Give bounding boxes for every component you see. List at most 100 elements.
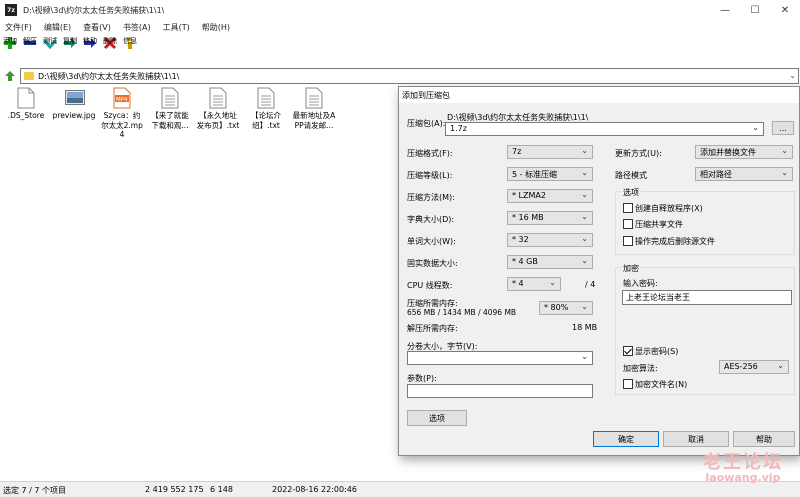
- solid-select[interactable]: * 4 GB ⌄: [507, 255, 593, 269]
- word-select[interactable]: * 32 ⌄: [507, 233, 593, 247]
- chevron-down-icon: ⌄: [581, 352, 588, 361]
- file-item[interactable]: 最新地址及APP请发邮...: [292, 86, 336, 130]
- archive-name-combo[interactable]: 1.7z ⌄: [445, 122, 764, 136]
- up-arrow-icon: [5, 71, 15, 81]
- folder-icon: [24, 72, 34, 80]
- add-button[interactable]: 添加: [0, 35, 20, 65]
- show-password-checkbox[interactable]: [623, 346, 633, 356]
- word-label: 单词大小(W):: [407, 237, 456, 246]
- level-select[interactable]: 5 - 标准压缩 ⌄: [507, 167, 593, 181]
- chevron-down-icon: ⌄: [581, 234, 588, 243]
- toolbar: 添加 解压 测试 复制 移动 删除 信息: [0, 35, 140, 65]
- up-folder-button[interactable]: [3, 69, 17, 83]
- test-button[interactable]: 测试: [40, 35, 60, 65]
- video-file-icon: MP4: [113, 87, 131, 109]
- method-value: * LZMA2: [512, 191, 546, 200]
- update-select[interactable]: 添加并替换文件 ⌄: [695, 145, 793, 159]
- svg-text:MP4: MP4: [116, 97, 128, 103]
- test-label: 测试: [43, 37, 57, 45]
- copy-button[interactable]: 复制: [60, 35, 80, 65]
- browse-button[interactable]: ...: [772, 121, 794, 135]
- archive-name-value: 1.7z: [450, 124, 467, 133]
- document-icon: [17, 87, 35, 109]
- text-file-icon: [305, 87, 323, 109]
- pathmode-value: 相对路径: [700, 170, 732, 179]
- encryption-method-label: 加密算法:: [623, 364, 658, 373]
- method-select[interactable]: * LZMA2 ⌄: [507, 189, 593, 203]
- sfx-checkbox[interactable]: [623, 203, 633, 213]
- params-field[interactable]: [407, 384, 593, 398]
- menu-view[interactable]: 查看(V): [78, 22, 118, 33]
- params-label: 参数(P):: [407, 374, 437, 383]
- delete-button[interactable]: 删除: [100, 35, 120, 65]
- encryption-method-select[interactable]: AES-256 ⌄: [719, 360, 789, 374]
- file-item[interactable]: MP4 Szyca：约尔太太2.mp4: [100, 86, 144, 140]
- file-item[interactable]: 【论坛介绍】.txt: [244, 86, 288, 130]
- mem-percent-value: * 80%: [544, 303, 569, 312]
- menu-bookmarks[interactable]: 书签(A): [118, 22, 158, 33]
- dict-value: * 16 MB: [512, 213, 544, 222]
- file-name: .DS_Store: [7, 111, 45, 120]
- status-size: 2 419 552 175: [145, 485, 204, 494]
- menu-tools[interactable]: 工具(T): [158, 22, 197, 33]
- ok-button[interactable]: 确定: [593, 431, 659, 447]
- close-button[interactable]: ✕: [770, 0, 800, 20]
- file-name: 【永久地址发布页】.txt: [196, 111, 240, 130]
- update-value: 添加并替换文件: [700, 148, 756, 157]
- shared-checkbox[interactable]: [623, 219, 633, 229]
- chevron-down-icon: ⌄: [781, 168, 788, 177]
- move-button[interactable]: 移动: [80, 35, 100, 65]
- file-item[interactable]: preview.jpg: [52, 86, 96, 121]
- status-selected: 选定 7 / 7 个项目: [3, 486, 67, 495]
- menu-help[interactable]: 帮助(H): [197, 22, 237, 33]
- maximize-button[interactable]: ☐: [740, 0, 770, 20]
- mem-values: 656 MB / 1434 MB / 4096 MB: [407, 308, 517, 317]
- encrypt-names-label: 加密文件名(N): [635, 380, 688, 389]
- show-password-label: 显示密码(S): [635, 347, 679, 356]
- delete-after-checkbox[interactable]: [623, 236, 633, 246]
- add-to-archive-dialog: 添加到压缩包 压缩包(A): D:\视频\3d\约尔太太任务失败捕获\1\1\ …: [398, 86, 800, 456]
- solid-label: 固实数据大小:: [407, 259, 458, 268]
- info-button[interactable]: 信息: [120, 35, 140, 65]
- chevron-down-icon: ⌄: [752, 123, 759, 132]
- minimize-button[interactable]: —: [710, 0, 740, 20]
- password-field[interactable]: 上老王论坛当老王: [622, 290, 792, 305]
- file-name: 【来了就能下载和观...: [151, 111, 189, 130]
- file-item[interactable]: .DS_Store: [4, 86, 48, 121]
- password-value: 上老王论坛当老王: [626, 293, 690, 302]
- pathmode-select[interactable]: 相对路径 ⌄: [695, 167, 793, 181]
- split-size-combo[interactable]: ⌄: [407, 351, 593, 365]
- file-item[interactable]: 【来了就能下载和观...: [148, 86, 192, 130]
- dict-select[interactable]: * 16 MB ⌄: [507, 211, 593, 225]
- sfx-label: 创建自释放程序(X): [635, 204, 703, 213]
- pathmode-label: 路径模式: [615, 171, 647, 180]
- decompress-mem-value: 18 MB: [572, 323, 598, 332]
- level-label: 压缩等级(L):: [407, 171, 453, 180]
- menu-edit[interactable]: 编辑(E): [39, 22, 78, 33]
- chevron-down-icon: ⌄: [549, 278, 556, 287]
- cancel-button[interactable]: 取消: [663, 431, 729, 447]
- help-button[interactable]: 帮助: [733, 431, 795, 447]
- encrypt-names-checkbox[interactable]: [623, 379, 633, 389]
- format-select[interactable]: 7z ⌄: [507, 145, 593, 159]
- app-icon: 7z: [5, 4, 17, 16]
- file-name: 最新地址及APP请发邮...: [292, 111, 336, 130]
- file-item[interactable]: 【永久地址发布页】.txt: [196, 86, 240, 130]
- update-label: 更新方式(U):: [615, 149, 662, 158]
- delete-label: 删除: [103, 37, 117, 45]
- path-field[interactable]: D:\视频\3d\约尔太太任务失败捕获\1\1\ ⌄: [20, 68, 799, 84]
- menu-file[interactable]: 文件(F): [0, 22, 39, 33]
- text-file-icon: [257, 87, 275, 109]
- chevron-down-icon: ⌄: [581, 168, 588, 177]
- extract-button[interactable]: 解压: [20, 35, 40, 65]
- method-label: 压缩方法(M):: [407, 193, 455, 202]
- password-label: 输入密码:: [623, 279, 658, 288]
- options-button[interactable]: 选项: [407, 410, 467, 426]
- chevron-down-icon[interactable]: ⌄: [789, 71, 796, 80]
- cpu-select[interactable]: * 4 ⌄: [507, 277, 561, 291]
- encryption-group-label: 加密: [621, 263, 641, 274]
- options-group-label: 选项: [621, 187, 641, 198]
- mem-percent-select[interactable]: * 80% ⌄: [539, 301, 593, 315]
- dialog-title: 添加到压缩包: [399, 87, 799, 103]
- file-name: Szyca：约尔太太2.mp4: [101, 111, 143, 139]
